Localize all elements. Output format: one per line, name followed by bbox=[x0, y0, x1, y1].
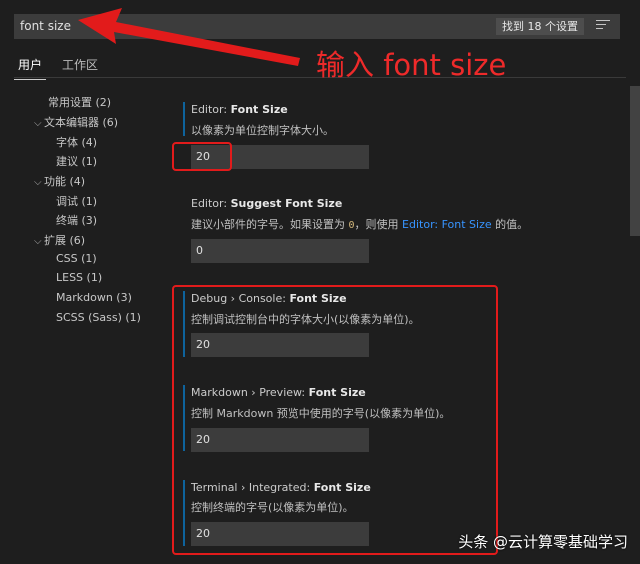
arrow-shape bbox=[78, 8, 300, 66]
red-arrow bbox=[78, 8, 300, 66]
watermark: 头条 @云计算零基础学习 bbox=[458, 533, 628, 551]
annotation-label: 输入 font size bbox=[316, 48, 507, 82]
